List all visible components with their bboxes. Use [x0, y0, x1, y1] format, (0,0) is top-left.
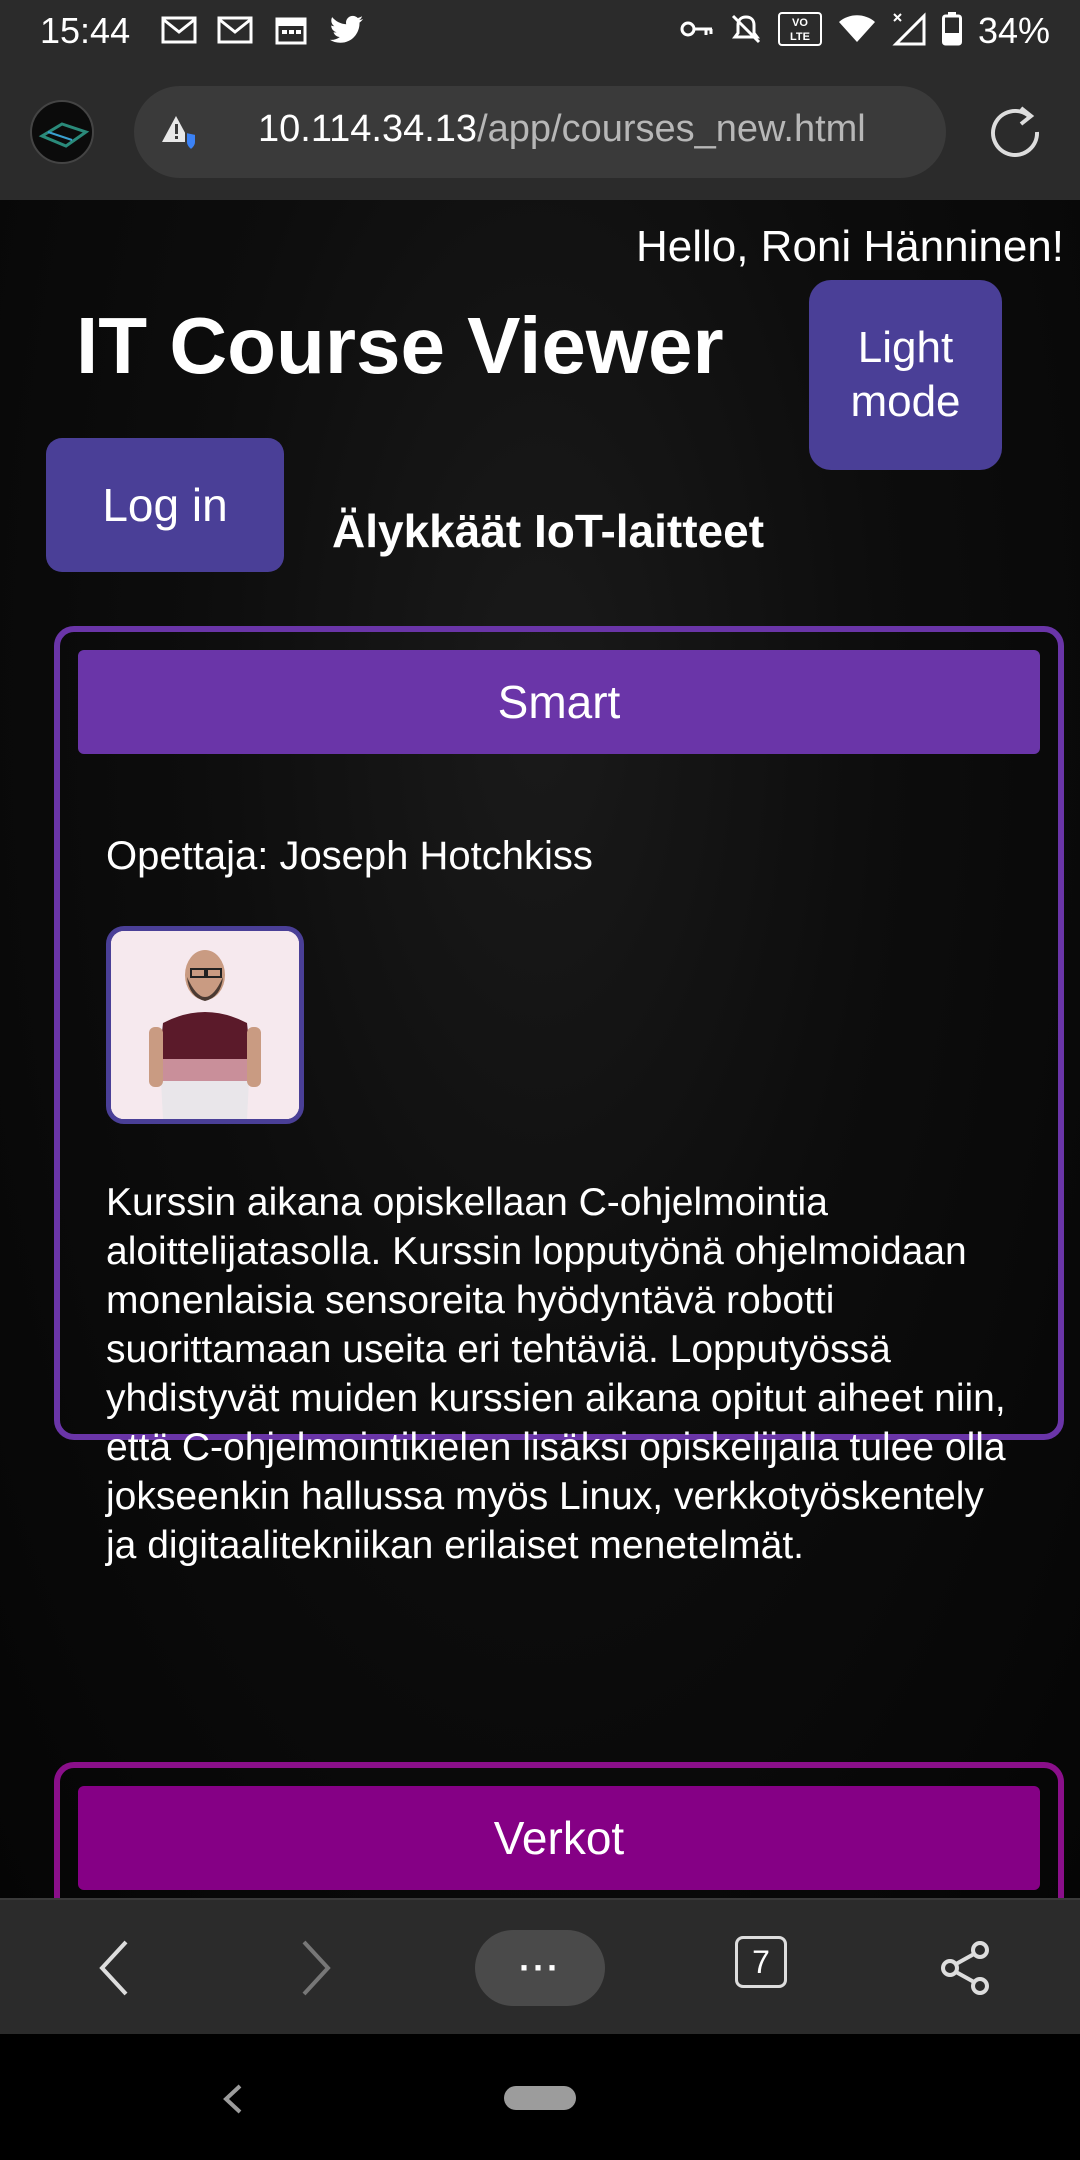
course-category-heading: Älykkäät IoT-laitteet [332, 505, 765, 557]
login-button[interactable]: Log in [46, 438, 284, 572]
user-greeting: Hello, Roni Hänninen! [635, 222, 1064, 271]
site-icon[interactable] [30, 100, 94, 164]
light-mode-label-line1: Light [857, 323, 954, 372]
not-secure-icon[interactable] [160, 114, 200, 157]
page-title: IT Course Viewer [76, 301, 724, 390]
teacher-photo [106, 926, 304, 1124]
reload-icon[interactable] [985, 102, 1045, 162]
system-back-icon[interactable] [212, 2074, 252, 2129]
back-arrow-icon[interactable] [76, 1930, 152, 2006]
course-header-button[interactable]: Verkot [78, 1786, 1040, 1890]
browser-toolbar: 10.114.34.13/app/courses_new.html [0, 62, 1080, 200]
course-header-button[interactable]: Smart [78, 650, 1040, 754]
teacher-name: Opettaja: Joseph Hotchkiss [106, 834, 593, 878]
gmail-icon [216, 14, 254, 46]
system-icons: VO LTE 34% [680, 10, 1050, 52]
menu-button[interactable]: ··· [475, 1930, 605, 2006]
course-card: Verkot [54, 1762, 1064, 1898]
tabs-button[interactable]: 7 [735, 1936, 787, 1988]
gmail-icon [160, 14, 198, 46]
address-bar[interactable]: 10.114.34.13/app/courses_new.html [134, 86, 946, 178]
calendar-icon [272, 14, 310, 46]
url-text[interactable]: 10.114.34.13/app/courses_new.html [258, 108, 866, 151]
status-time: 15:44 [40, 10, 131, 51]
wifi-icon [838, 14, 876, 49]
status-bar: 15:44 VO LTE 34% [0, 0, 1080, 62]
notification-icons [160, 14, 366, 46]
forward-arrow-icon[interactable] [278, 1930, 354, 2006]
signal-icon [892, 11, 926, 51]
course-card: Smart Opettaja: Joseph Hotchkiss Kurssin… [54, 626, 1064, 1567]
mute-icon [730, 13, 762, 50]
light-mode-button[interactable]: Light mode [809, 280, 1002, 470]
light-mode-label-line2: mode [850, 377, 961, 426]
battery-icon [941, 11, 962, 51]
vpn-key-icon [680, 18, 714, 45]
svg-text:VO: VO [792, 17, 808, 29]
volte-icon: VO LTE [777, 11, 822, 51]
browser-bottom-bar: ··· 7 [0, 1898, 1080, 2034]
page-content: Hello, Roni Hänninen! IT Course Viewer L… [0, 200, 1080, 1898]
svg-text:LTE: LTE [790, 31, 810, 43]
url-host: 10.114.34.13 [258, 108, 478, 150]
battery-percent: 34% [977, 10, 1050, 51]
share-icon[interactable] [928, 1930, 1004, 2006]
course-description: Kurssin aikana opiskellaan C-ohjelmointi… [106, 1181, 1006, 1567]
system-navigation-bar [0, 2034, 1080, 2160]
twitter-icon [328, 14, 366, 46]
url-path: /app/courses_new.html [477, 108, 866, 150]
home-gesture-pill[interactable] [504, 2086, 576, 2110]
